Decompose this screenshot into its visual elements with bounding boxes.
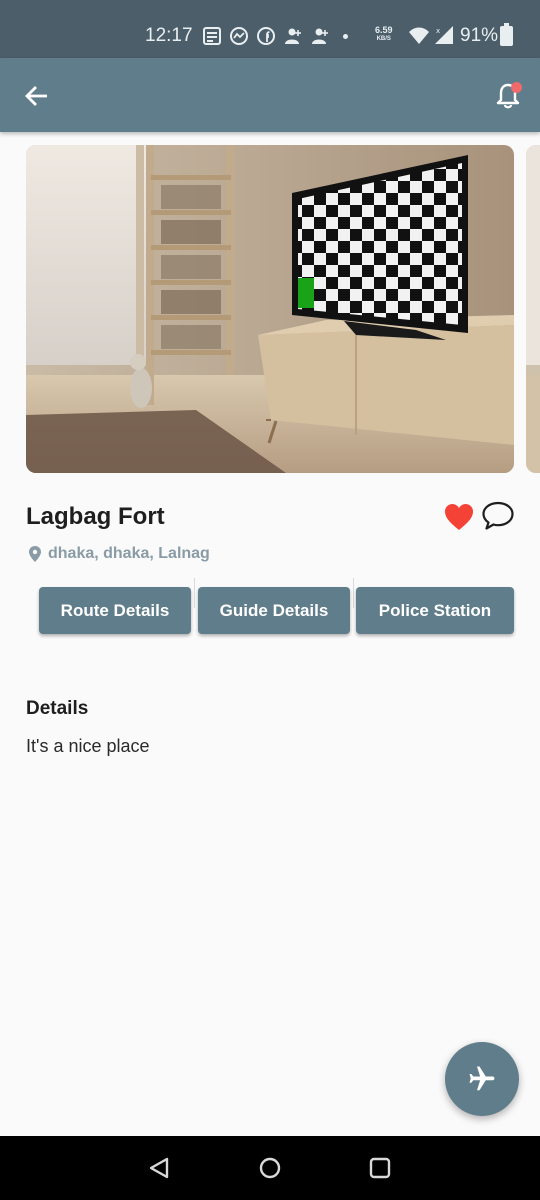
battery-icon: [500, 23, 513, 46]
network-speed-unit: KB/S: [376, 36, 391, 42]
place-title: Lagbag Fort: [26, 503, 165, 530]
police-station-button[interactable]: Police Station: [356, 587, 514, 634]
system-nav-bar: [0, 1136, 540, 1200]
comment-button[interactable]: [481, 500, 515, 532]
guide-details-button[interactable]: Guide Details: [198, 587, 350, 634]
status-time: 12:17: [145, 25, 193, 46]
location-text: dhaka, dhaka, Lalnag: [48, 545, 210, 562]
like-button[interactable]: [443, 502, 475, 532]
location-pin-icon: [29, 546, 41, 562]
app-bar: [0, 58, 540, 132]
details-heading: Details: [26, 698, 89, 719]
image-carousel[interactable]: [0, 145, 540, 473]
nav-home-icon[interactable]: [258, 1156, 282, 1180]
network-speed-value: 6.59: [375, 25, 393, 35]
notes-icon: [203, 27, 221, 45]
route-details-button[interactable]: Route Details: [39, 587, 191, 634]
messenger-icon: [230, 27, 248, 45]
place-photo: [26, 145, 514, 473]
divider: [194, 578, 195, 608]
comment-icon: [482, 501, 514, 530]
airplane-icon: [469, 1066, 495, 1091]
person-add-icon: [312, 28, 328, 44]
carousel-next-image[interactable]: [526, 145, 540, 473]
divider: [353, 578, 354, 608]
signal-icon: x: [435, 26, 453, 44]
heart-icon: [445, 504, 473, 530]
wifi-icon: [409, 27, 429, 44]
details-text: It's a nice place: [26, 736, 150, 756]
notification-badge: [511, 82, 522, 93]
back-button[interactable]: [18, 77, 56, 115]
nav-recents-icon[interactable]: [369, 1157, 391, 1179]
notifications-button[interactable]: [488, 76, 528, 116]
dot-icon: [343, 33, 348, 39]
next-place-photo: [526, 145, 540, 473]
network-speed: 6.59 KB/S: [375, 26, 393, 44]
battery-percent: 91%: [460, 25, 499, 46]
nav-back-icon[interactable]: [147, 1156, 171, 1180]
person-add-icon: [285, 28, 301, 44]
facebook-icon: [257, 27, 275, 45]
svg-text:x: x: [436, 27, 440, 35]
carousel-image[interactable]: [26, 145, 514, 473]
status-bar: 12:17 6.59 KB/S x 91%: [0, 0, 540, 58]
trip-fab-button[interactable]: [445, 1042, 519, 1116]
arrow-left-icon: [25, 86, 47, 106]
place-location: dhaka, dhaka, Lalnag: [28, 545, 210, 563]
status-notification-icons: [202, 26, 348, 46]
